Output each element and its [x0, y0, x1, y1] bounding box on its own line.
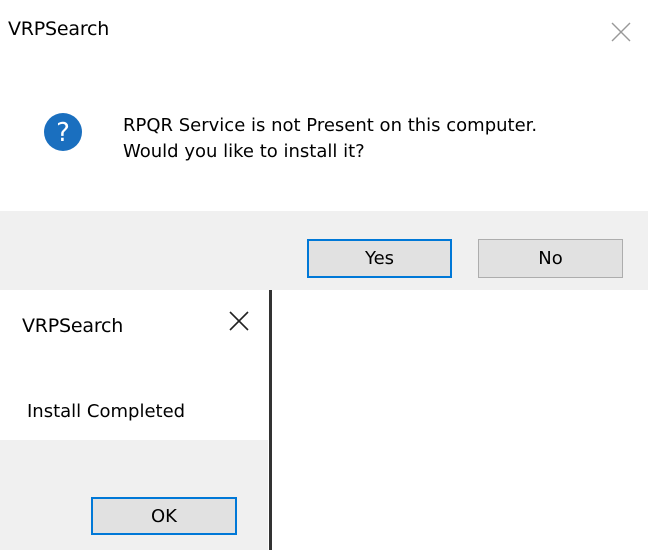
no-button[interactable]: No: [478, 239, 623, 278]
dialog-title: VRPSearch: [8, 18, 110, 40]
message-line-1: RPQR Service is not Present on this comp…: [123, 115, 538, 136]
ok-button[interactable]: OK: [91, 497, 237, 535]
install-complete-dialog: VRPSearch Install Completed OK: [0, 290, 268, 550]
dialog-message: RPQR Service is not Present on this comp…: [123, 113, 537, 165]
dialog-title: VRPSearch: [22, 315, 124, 337]
status-message: Install Completed: [27, 401, 186, 422]
install-prompt-dialog: VRPSearch ? RPQR Service is not Present …: [0, 0, 648, 290]
svg-text:?: ?: [56, 118, 70, 148]
question-icon: ?: [43, 112, 83, 152]
close-icon[interactable]: [227, 309, 251, 333]
message-line-2: Would you like to install it?: [123, 141, 365, 162]
close-icon[interactable]: [609, 20, 633, 44]
window-edge-divider: [269, 290, 272, 550]
yes-button[interactable]: Yes: [307, 239, 452, 278]
